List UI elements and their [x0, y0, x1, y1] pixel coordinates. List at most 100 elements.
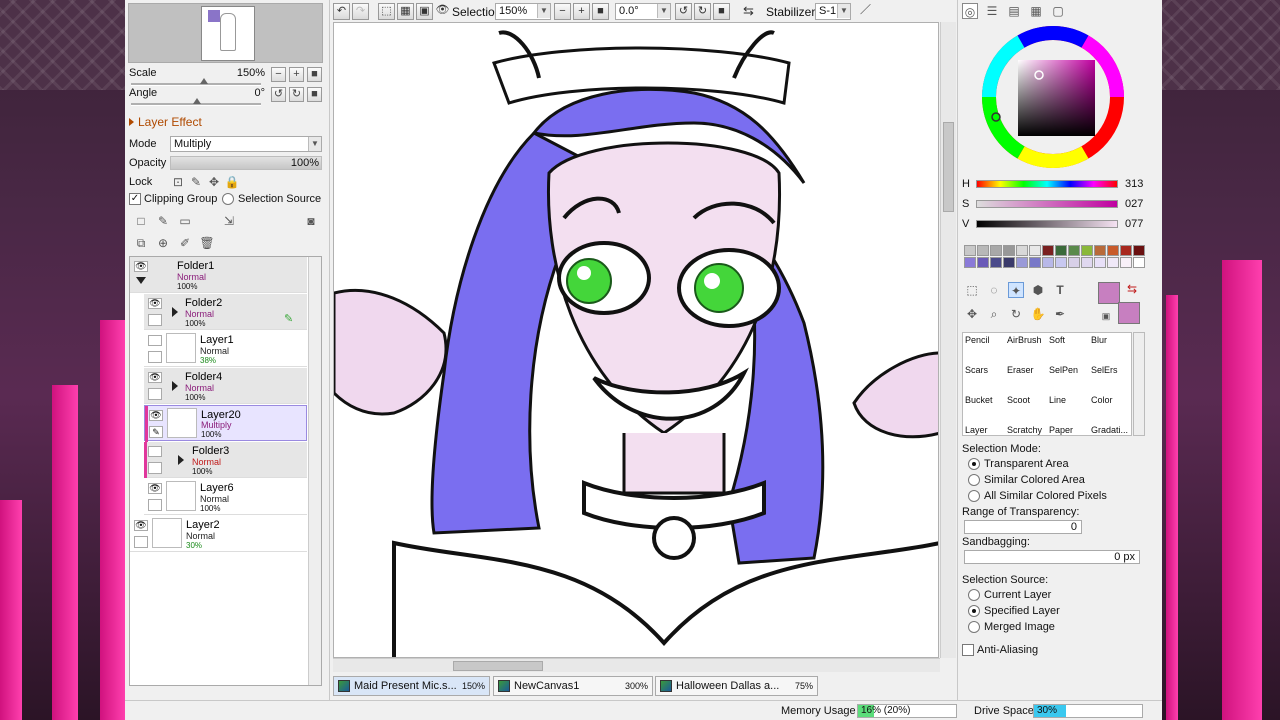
rgb-sliders-tab-icon[interactable]: ☰ [984, 3, 1000, 19]
layer-row[interactable]: 👁 Folder4 Normal 100% [144, 368, 307, 404]
scratchpad-tab-icon[interactable]: ▢ [1050, 3, 1066, 19]
layer-lock-box[interactable] [148, 314, 162, 326]
tool-layer[interactable]: Layer [965, 425, 988, 435]
tool-paper[interactable]: Paper [1049, 425, 1073, 435]
layer-lock-box[interactable] [134, 536, 148, 548]
visibility-eye-icon[interactable]: 👁 [148, 483, 162, 494]
canvas-horizontal-scrollbar[interactable] [333, 658, 940, 672]
color-swatch[interactable] [1029, 257, 1041, 268]
primary-color[interactable] [1098, 282, 1120, 304]
tool-scoot[interactable]: Scoot [1007, 395, 1030, 405]
rotate-right-button[interactable]: ↻ [289, 87, 304, 102]
layer-row[interactable]: Layer1 Normal 38% [144, 331, 307, 367]
tool-grid-scrollbar[interactable] [1133, 332, 1145, 436]
color-swatch[interactable] [1042, 257, 1054, 268]
rotate-left-button[interactable]: ↺ [675, 3, 692, 20]
bucket-icon[interactable]: ⬢ [1030, 282, 1046, 298]
invert-selection-button[interactable]: ▣ [416, 3, 433, 20]
rotate-left-button[interactable]: ↺ [271, 87, 286, 102]
color-swatch[interactable] [1120, 245, 1132, 256]
text-icon[interactable]: T [1052, 282, 1068, 298]
zoom-in-button[interactable]: + [573, 3, 590, 20]
layer-row-selected[interactable]: 👁 ✎ Layer20 Multiply 100% [144, 405, 307, 442]
tool-pencil[interactable]: Pencil [965, 335, 990, 345]
layer-row[interactable]: 👁 Layer6 Normal 100% [144, 479, 307, 515]
layer-row[interactable]: 👁 Folder2 Normal 100% ✎ [144, 294, 307, 330]
tool-airbrush[interactable]: AirBrush [1007, 335, 1042, 345]
rotate-reset-button[interactable]: ■ [307, 87, 322, 102]
rotation-select[interactable]: 0.0° ▼ [615, 3, 671, 20]
transfer-icon[interactable]: ⇲ [221, 213, 237, 229]
color-swatch[interactable] [1107, 245, 1119, 256]
crop-button[interactable]: ▦ [397, 3, 414, 20]
zoom-reset-button[interactable]: ■ [592, 3, 609, 20]
anti-aliasing-checkbox[interactable] [962, 644, 974, 656]
color-swatch[interactable] [1016, 257, 1028, 268]
tool-scratchy[interactable]: Scratchy [1007, 425, 1042, 435]
color-swatch[interactable] [1068, 245, 1080, 256]
color-swatch[interactable] [1068, 257, 1080, 268]
layer-row[interactable]: 👁 Folder1 Normal 100% [130, 257, 307, 293]
layer-lock-box[interactable] [148, 388, 162, 400]
visibility-eye-icon[interactable]: 👁 [149, 410, 163, 421]
folder-collapsed-arrow-icon[interactable] [172, 307, 178, 317]
color-swatch[interactable] [964, 257, 976, 268]
tool-soft[interactable]: Soft [1049, 335, 1065, 345]
rectangle-select-icon[interactable]: ⬚ [964, 282, 980, 298]
selection-eye-icon[interactable]: 👁 [435, 3, 450, 20]
tool-eraser[interactable]: Eraser [1007, 365, 1034, 375]
merge-down-icon[interactable]: ⊕ [155, 235, 171, 251]
color-swatch[interactable] [990, 245, 1002, 256]
edit-pen-icon[interactable]: ✎ [149, 426, 163, 438]
source-specified-layer[interactable]: Specified Layer [968, 605, 1060, 617]
mode-similar-colored-area[interactable]: Similar Colored Area [968, 474, 1085, 486]
flip-horizontal-icon[interactable]: ⇆ [740, 3, 757, 20]
layer-effect-header[interactable]: Layer Effect [129, 115, 202, 129]
deselect-button[interactable]: ⬚ [378, 3, 395, 20]
lock-all-icon[interactable]: 🔒 [224, 174, 240, 190]
secondary-color[interactable] [1118, 302, 1140, 324]
layer-lock-box[interactable] [148, 499, 162, 511]
new-layer-icon[interactable]: □ [133, 213, 149, 229]
tool-bucket[interactable]: Bucket [965, 395, 993, 405]
source-merged-image[interactable]: Merged Image [968, 621, 1055, 633]
sandbagging-field[interactable]: 0 px [964, 550, 1140, 564]
copy-layer-icon[interactable]: ⧉ [133, 235, 149, 251]
rotate-icon[interactable]: ↻ [1008, 306, 1024, 322]
opacity-slider[interactable]: 100% [170, 156, 322, 170]
layer-row[interactable]: Folder3 Normal 100% [144, 442, 307, 478]
canvas-vertical-scrollbar[interactable] [940, 22, 956, 658]
color-swatch[interactable] [1107, 257, 1119, 268]
color-swatch[interactable] [1003, 257, 1015, 268]
visibility-eye-icon[interactable]: 👁 [148, 298, 162, 309]
value-slider[interactable] [976, 220, 1118, 228]
visibility-eye-icon[interactable]: 👁 [148, 372, 162, 383]
blend-mode-select[interactable]: Multiply ▼ [170, 136, 322, 152]
swap-colors-icon[interactable]: ⇆ [1124, 281, 1140, 297]
selection-source-radio[interactable] [222, 193, 234, 205]
zoom-out-button[interactable]: − [554, 3, 571, 20]
zoom-select[interactable]: 150% ▼ [495, 3, 551, 20]
lasso-icon[interactable]: ◌ [986, 282, 1002, 298]
color-swatch[interactable] [1003, 245, 1015, 256]
rotate-reset-button[interactable]: ■ [713, 3, 730, 20]
color-swatch[interactable] [1055, 245, 1067, 256]
lock-transparency-icon[interactable]: ⊡ [170, 174, 186, 190]
tool-line[interactable]: Line [1049, 395, 1066, 405]
color-swatch[interactable] [977, 245, 989, 256]
mode-all-similar-colored-pixels[interactable]: All Similar Colored Pixels [968, 490, 1107, 502]
color-swatch[interactable] [1042, 245, 1054, 256]
mode-transparent-area[interactable]: Transparent Area [968, 458, 1069, 470]
layer-lock-box[interactable] [148, 462, 162, 474]
color-wheel-tab-icon[interactable]: ◎ [962, 3, 978, 19]
color-swatch[interactable] [1055, 257, 1067, 268]
scale-slider-thumb[interactable] [200, 78, 208, 84]
color-swatch[interactable] [1120, 257, 1132, 268]
layer-mask-icon[interactable]: ◙ [303, 213, 319, 229]
color-swatch[interactable] [977, 257, 989, 268]
layer-lock-box[interactable] [148, 351, 162, 363]
source-current-layer[interactable]: Current Layer [968, 589, 1051, 601]
color-wheel[interactable] [978, 22, 1128, 172]
lock-move-icon[interactable]: ✥ [206, 174, 222, 190]
document-tab[interactable]: Halloween Dallas a... 75% [655, 676, 818, 696]
